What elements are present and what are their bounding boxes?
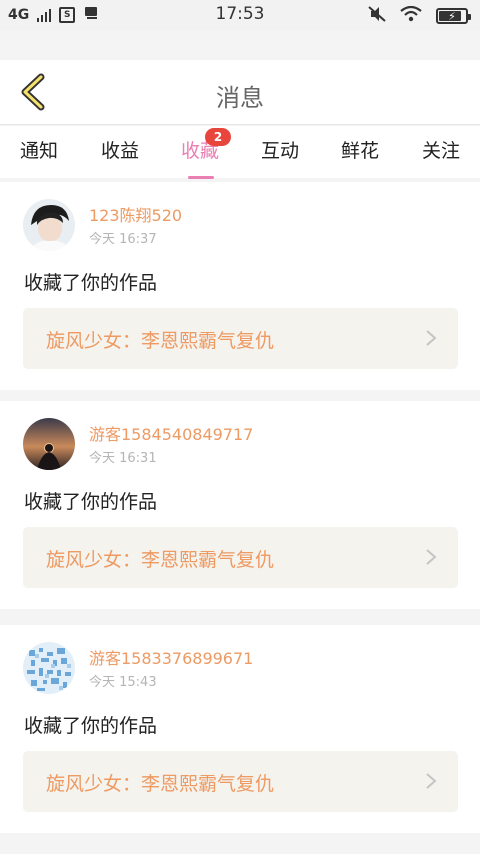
message-text: 收藏了你的作品	[24, 715, 158, 737]
tab-label: 通知	[19, 140, 58, 162]
tab-flowers[interactable]: 鲜花	[330, 136, 390, 163]
tab-label: 互动	[260, 140, 299, 162]
username[interactable]: 游客1584540849717	[89, 421, 253, 445]
avatar[interactable]	[23, 418, 75, 470]
tab-earnings[interactable]: 收益	[90, 136, 150, 163]
timestamp: 今天 16:31	[89, 451, 157, 466]
chevron-right-icon	[426, 549, 437, 565]
battery-icon: ⚡	[436, 8, 471, 24]
mute-icon	[368, 6, 386, 26]
timestamp: 今天 16:37	[89, 232, 157, 247]
username[interactable]: 游客1583376899671	[89, 645, 253, 669]
message-card: 游客1583376899671 今天 15:43 收藏了你的作品 旋风少女：李恩…	[0, 625, 480, 833]
message-text: 收藏了你的作品	[24, 272, 158, 294]
tab-interactions[interactable]: 互动	[250, 136, 310, 163]
avatar[interactable]	[23, 642, 75, 694]
work-link[interactable]: 旋风少女：李恩熙霸气复仇	[23, 751, 458, 812]
status-bar: 4G S 17:53 ⚡	[0, 0, 480, 30]
message-card: 游客1584540849717 今天 16:31 收藏了你的作品 旋风少女：李恩…	[0, 401, 480, 609]
status-right: ⚡	[368, 5, 471, 26]
tab-favorites[interactable]: 收藏 2	[170, 128, 231, 179]
header: 消息	[0, 60, 480, 125]
tab-label: 收益	[100, 140, 139, 162]
wifi-icon	[400, 5, 422, 26]
tab-bar: 通知 收益 收藏 2 互动 鲜花 关注	[0, 126, 480, 179]
username[interactable]: 123陈翔520	[89, 202, 182, 226]
chevron-right-icon	[426, 330, 437, 346]
tab-notifications[interactable]: 通知	[9, 136, 69, 163]
tab-label: 关注	[421, 140, 460, 162]
message-text: 收藏了你的作品	[24, 491, 158, 513]
work-title: 旋风少女：李恩熙霸气复仇	[46, 330, 275, 352]
timestamp: 今天 15:43	[89, 675, 157, 690]
tab-follows[interactable]: 关注	[411, 136, 471, 163]
work-link[interactable]: 旋风少女：李恩熙霸气复仇	[23, 308, 458, 369]
work-title: 旋风少女：李恩熙霸气复仇	[46, 773, 275, 795]
work-link[interactable]: 旋风少女：李恩熙霸气复仇	[23, 527, 458, 588]
message-card: 123陈翔520 今天 16:37 收藏了你的作品 旋风少女：李恩熙霸气复仇	[0, 182, 480, 390]
unread-badge: 2	[205, 128, 231, 146]
active-tab-indicator	[188, 176, 214, 179]
page-title: 消息	[216, 84, 264, 112]
avatar[interactable]	[23, 199, 75, 251]
tab-label: 鲜花	[340, 140, 379, 162]
chevron-right-icon	[426, 773, 437, 789]
work-title: 旋风少女：李恩熙霸气复仇	[46, 549, 275, 571]
